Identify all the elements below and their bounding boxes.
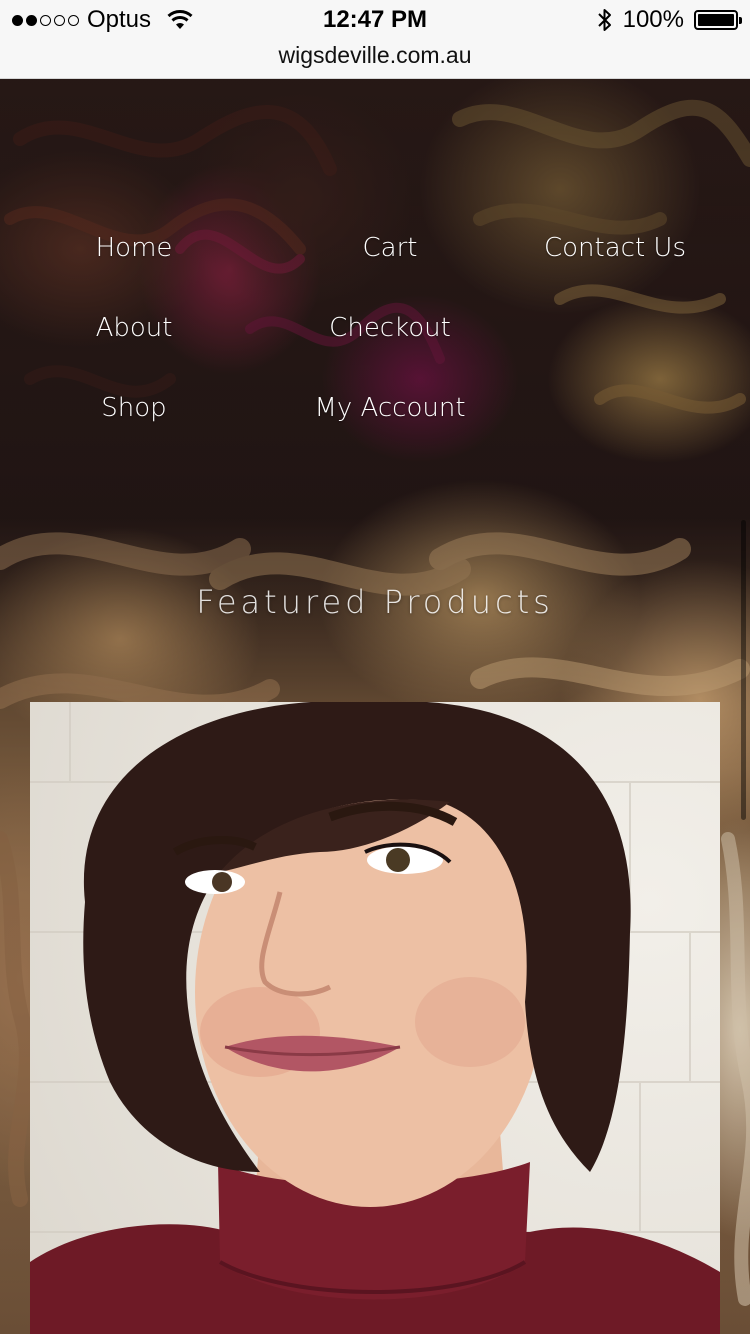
bluetooth-icon <box>597 9 611 31</box>
battery-level <box>698 14 734 26</box>
nav-cart[interactable]: Cart <box>363 228 418 268</box>
nav-my-account[interactable]: My Account <box>314 388 465 428</box>
main-navigation: Home Cart Contact Us About Checkout Shop… <box>0 79 750 479</box>
featured-product-image[interactable] <box>30 702 720 1334</box>
battery-icon <box>694 10 742 30</box>
url-text[interactable]: wigsdeville.com.au <box>278 42 471 68</box>
battery-tip <box>739 17 742 24</box>
featured-products-heading: Featured Products <box>196 583 554 621</box>
nav-checkout[interactable]: Checkout <box>329 308 451 348</box>
status-right: 100% <box>597 6 742 34</box>
status-bar: Optus 12:47 PM 100% <box>0 0 750 40</box>
nav-contact-us[interactable]: Contact Us <box>544 228 686 268</box>
battery-percent: 100% <box>622 6 684 33</box>
page-scrollbar[interactable] <box>741 520 746 820</box>
nav-about[interactable]: About <box>96 308 173 348</box>
nav-home[interactable]: Home <box>96 228 173 268</box>
nav-shop[interactable]: Shop <box>101 388 166 428</box>
product-photo <box>30 702 720 1334</box>
address-bar[interactable]: wigsdeville.com.au <box>0 40 750 79</box>
